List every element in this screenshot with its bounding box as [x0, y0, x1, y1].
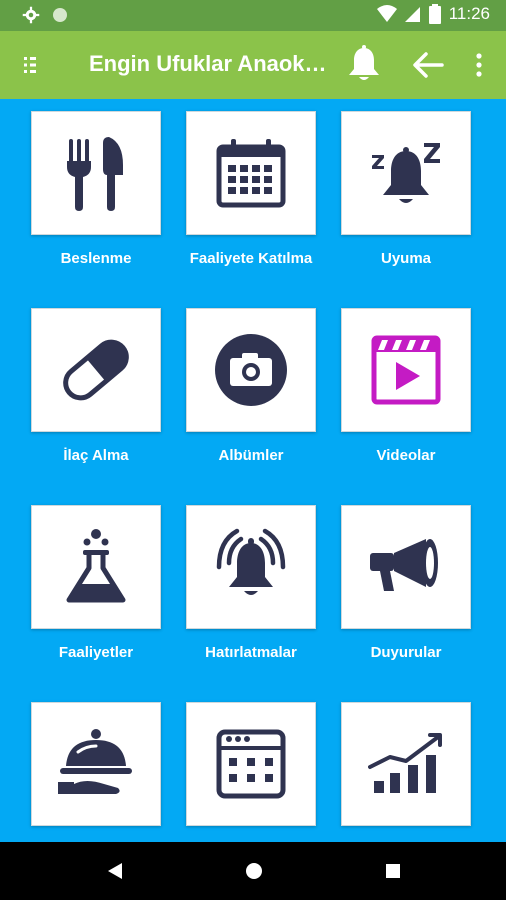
tile-label: Uyuma	[380, 250, 432, 267]
flask-icon	[66, 529, 126, 603]
calendar-icon	[216, 139, 286, 208]
status-time: 11:26	[448, 4, 490, 23]
fork-knife-icon	[67, 137, 123, 211]
video-icon	[371, 335, 441, 405]
tile-card[interactable]	[31, 702, 161, 826]
more-options-button[interactable]	[470, 51, 488, 79]
tile-label: Duyurular	[370, 644, 442, 661]
tile-card[interactable]	[341, 111, 471, 235]
tile-yemek-menusu[interactable]	[31, 702, 161, 838]
tile-albumler[interactable]: Albümler	[186, 308, 316, 468]
gear-icon	[22, 6, 40, 24]
back-button[interactable]	[412, 51, 444, 79]
app-title: Engin Ufuklar Anaokulu	[89, 51, 329, 76]
tile-card[interactable]	[341, 505, 471, 629]
tile-label: Beslenme	[60, 250, 132, 267]
tile-faaliyetler[interactable]: Faaliyetler	[31, 505, 161, 665]
tile-videolar[interactable]: Videolar	[341, 308, 471, 468]
tile-card[interactable]	[31, 111, 161, 235]
tile-ilac-alma[interactable]: İlaç Alma	[31, 308, 161, 468]
app-bar: Engin Ufuklar Anaokulu	[0, 31, 506, 99]
tile-card[interactable]	[341, 702, 471, 826]
tile-takvim[interactable]	[186, 702, 316, 838]
chart-icon	[368, 733, 442, 793]
tile-faaliyete-katilma[interactable]: Faaliyete Katılma	[186, 111, 316, 271]
tile-label: Albümler	[218, 447, 284, 464]
signal-icon	[404, 7, 420, 22]
tile-card[interactable]	[31, 505, 161, 629]
tile-hatirlatmalar[interactable]: Hatırlatmalar	[186, 505, 316, 665]
nav-recents-icon[interactable]	[384, 861, 402, 881]
tile-card[interactable]	[31, 308, 161, 432]
megaphone-icon	[370, 539, 438, 591]
menu-button[interactable]	[20, 53, 44, 77]
tile-card[interactable]	[186, 505, 316, 629]
pill-icon	[63, 339, 129, 401]
tile-duyurular[interactable]: Duyurular	[341, 505, 471, 665]
tile-card[interactable]	[186, 308, 316, 432]
sleep-bell-icon	[372, 143, 440, 203]
nav-home-icon[interactable]	[244, 861, 264, 881]
menu-icon	[24, 57, 36, 73]
food-tray-icon	[58, 729, 132, 794]
tile-card[interactable]	[341, 308, 471, 432]
tile-card[interactable]	[186, 111, 316, 235]
tile-card[interactable]	[186, 702, 316, 826]
tile-uyuma[interactable]: Uyuma	[341, 111, 471, 271]
wifi-icon	[376, 5, 397, 22]
tile-label: Videolar	[376, 447, 436, 464]
menu-grid: Beslenme Faaliyete Katılma Uyuma İlaç Al…	[0, 99, 506, 843]
status-bar: 11:26	[0, 0, 506, 31]
tile-label: Faaliyetler	[58, 644, 134, 661]
battery-icon	[428, 4, 441, 24]
arrow-left-icon	[413, 52, 444, 78]
circle-icon	[53, 8, 67, 22]
tile-label: Hatırlatmalar	[205, 644, 297, 661]
nav-back-icon[interactable]	[106, 861, 124, 881]
bell-icon	[349, 45, 379, 80]
system-nav-bar	[0, 842, 506, 900]
tile-label: Faaliyete Katılma	[189, 250, 313, 267]
more-vertical-icon	[476, 53, 482, 77]
tile-beslenme[interactable]: Beslenme	[31, 111, 161, 271]
notifications-button[interactable]	[346, 45, 382, 83]
camera-icon	[215, 334, 287, 406]
calendar-grid-icon	[216, 729, 286, 799]
ringing-bell-icon	[216, 528, 286, 595]
tile-label: İlaç Alma	[63, 447, 129, 464]
tile-gelisim[interactable]	[341, 702, 471, 838]
